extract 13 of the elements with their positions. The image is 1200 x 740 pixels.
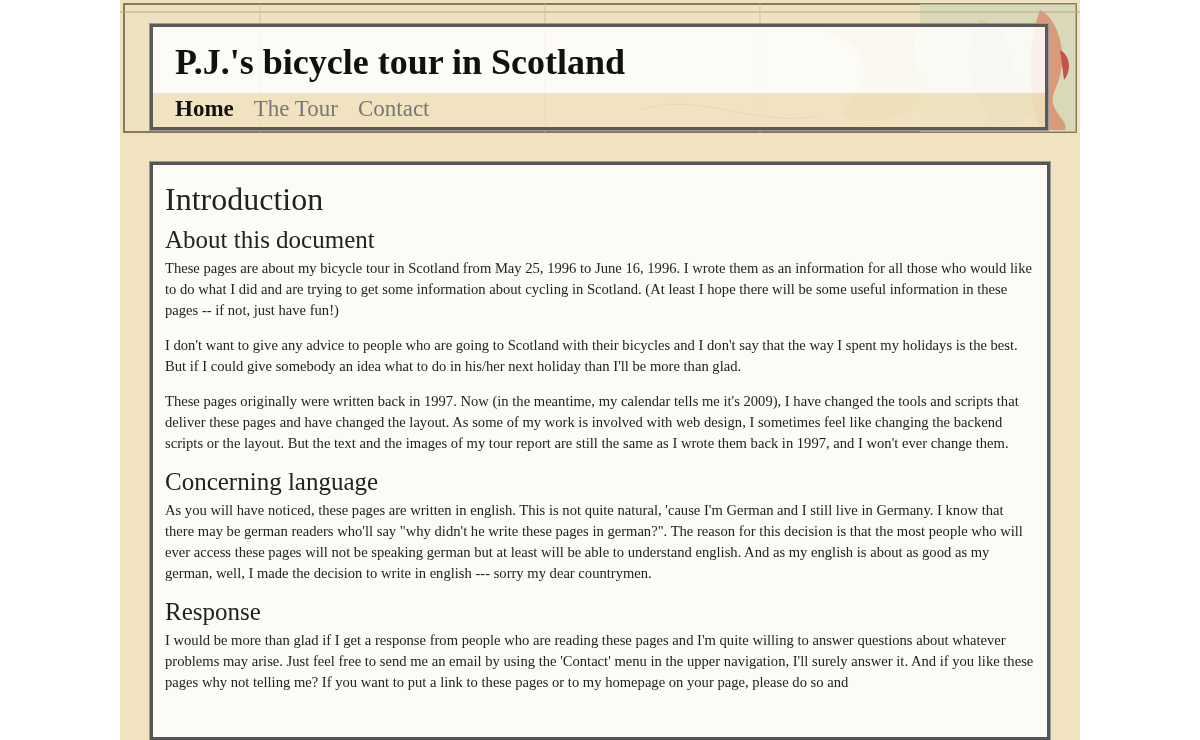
section-heading: Response <box>165 598 262 626</box>
section-heading: Concerning language <box>165 468 380 496</box>
section-heading: About this document <box>165 226 376 254</box>
page-heading: Introduction <box>165 181 325 218</box>
paragraph: I don't want to give any advice to people who are going to Scotland with their bicycles and I don't say that the way I spent my holidays is the best. But if I could give somebody an idea what to do in his/her next holiday than I'll be more than glad. <box>165 336 1019 376</box>
nav-link[interactable]: The Tour <box>253 96 338 122</box>
paragraph: As you will have noticed, these pages are written in english. This is not quite natural, 'cause I'm German and I still live in Germany. I know that there may be german readers who'll say "why didn't he write these pages in german?". The reason for this decision is that the most people who will ever access these pages will not be speaking german but at least will be able to understand english. And as my english is about as good as my german, well, I made the decision to write in english --- sorry my dear countrymen. <box>165 501 1024 583</box>
site-title: P.J.'s bicycle tour in Scotland <box>153 27 1045 93</box>
paragraph: These pages are about my bicycle tour in Scotland from May 25, 1996 to June 16, 1996. I wrote them as an information for all those who would like to do what I did and are trying to get some information about cycling in Scotland. (At least I hope there will be some useful information in these pages -- if not, just have fun!) <box>165 259 1033 320</box>
paragraph: I would be more than glad if I get a response from people who are reading these pages and I'm quite willing to answer questions about whatever problems may arise. Just feel free to send me an email by using the 'Contact' menu in the upper navigation, I'll surely answer it. And if you like these pages why not telling me? If you want to put a link to these pages or to my homepage on your page, please do so and <box>165 631 1035 692</box>
paragraph: These pages originally were written back in 1997. Now (in the meantime, my calendar tells me it's 2009), I have changed the tools and scripts that deliver these pages and have changed the layout. As some of my work is involved with web design, I sometimes feel like changing the backend scripts or the layout. But the text and the images of my tour report are still the same as I wrote them back in 1997, and I won't ever change them. <box>165 392 1020 453</box>
nav-link[interactable]: Contact <box>357 96 430 122</box>
nav-link[interactable]: Home <box>175 96 234 122</box>
